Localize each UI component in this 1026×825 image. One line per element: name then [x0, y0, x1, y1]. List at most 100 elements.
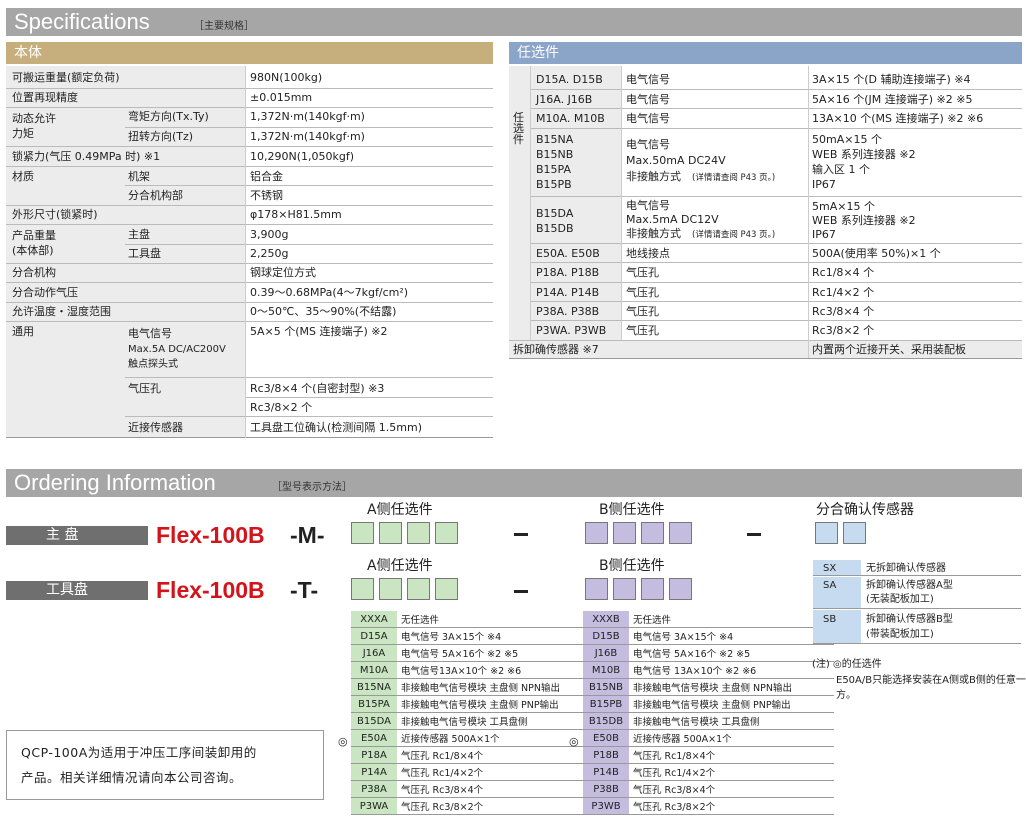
option-code: B15NA: [357, 682, 391, 693]
option-code: M10B: [591, 665, 621, 676]
option-desc: 电气信号: [626, 73, 670, 86]
option-value: Rc1/4×2 个: [812, 286, 875, 299]
option-code: E50A: [361, 733, 387, 744]
option-desc: 气压孔 Rc3/8×2个: [633, 802, 716, 813]
spec-value: 3,900g: [250, 228, 289, 241]
option-code: B15DB: [588, 716, 624, 727]
option-desc: 电气信号 5A×16个 ※2 ※5: [633, 649, 751, 660]
spec-label: 锁紧力(气压 0.49MPa 时) ※1: [12, 150, 161, 163]
spec-sublabel: 气压孔: [128, 382, 161, 395]
option-desc: Max.50mA DC24V: [626, 154, 726, 167]
spec-sublabel: 分合机构部: [128, 189, 183, 202]
spec-label: 可搬运重量(额定负荷): [12, 71, 120, 84]
option-code: XXXB: [592, 614, 620, 625]
option-model: 拆卸确传感器 ※7: [513, 343, 599, 356]
spec-value: Rc3/8×4 个(自密封型) ※3: [250, 382, 385, 395]
option-desc: 电气信号 3A×15个 ※4: [401, 632, 502, 643]
a-code-box: [351, 522, 374, 544]
a-code-box: [351, 578, 374, 600]
spec-label: (本体部): [12, 244, 54, 257]
b-code-box: [669, 522, 692, 544]
spec-sublabel: 电气信号: [128, 327, 172, 340]
spec-label: 动态允许: [12, 112, 56, 125]
option-model: D15A. D15B: [536, 73, 603, 86]
b-code-box: [613, 522, 636, 544]
option-model: B15NB: [536, 148, 574, 161]
option-desc: 非接触电气信号模块 主盘侧 NPN输出: [401, 683, 560, 694]
sensor-code: SX: [823, 563, 837, 574]
a-code-box: [435, 522, 458, 544]
spec-label: 力矩: [12, 127, 34, 140]
sensor-code-cell: [813, 577, 861, 608]
option-code: B15DA: [357, 716, 391, 727]
spec-sublabel: 主盘: [128, 228, 150, 241]
page: { "spec_header":{"title":"Specifications…: [0, 0, 1026, 825]
order-header: Ordering Information ［型号表示方法］: [6, 469, 1022, 497]
option-side-label: 任选件: [513, 111, 524, 146]
spec-title: Specifications: [14, 9, 150, 34]
option-desc: 电气信号: [626, 112, 670, 125]
option-desc: 非接触电气信号模块 主盘侧 NPN输出: [633, 683, 792, 694]
option-desc: 电气信号13A×10个 ※2 ※6: [401, 666, 522, 677]
option-code: E50B: [593, 733, 619, 744]
option-code: B15PB: [589, 699, 623, 710]
option-desc: 气压孔 Rc3/8×4个: [401, 785, 484, 796]
spec-sublabel: Max.5A DC/AC200V: [128, 344, 226, 355]
option-desc: 非接触方式: [626, 170, 681, 183]
spec-value: ±0.015mm: [250, 91, 313, 104]
b-side-title: B侧任选件: [599, 502, 665, 518]
option-value: Rc3/8×2 个: [812, 324, 875, 337]
b-code-box: [641, 522, 664, 544]
note-text: (注) ◎的任选件: [812, 659, 882, 670]
b-e50-mark: ◎: [569, 735, 579, 748]
spec-value: 不锈钢: [250, 189, 283, 202]
option-model: P18A. P18B: [536, 266, 600, 279]
option-desc: 近接传感器 500A×1个: [401, 734, 500, 745]
option-code: P3WA: [359, 801, 389, 812]
master-model: Flex-100B: [156, 522, 265, 548]
spec-value: 0.39～0.68MPa(4～7kgf/cm²): [250, 286, 409, 299]
separator-dash: [747, 533, 761, 536]
b-code-box: [641, 578, 664, 600]
spec-value: 2,250g: [250, 247, 289, 260]
separator-dash: [514, 533, 528, 536]
option-value: 输入区 1 个: [812, 163, 870, 176]
option-model: J16A. J16B: [536, 93, 593, 106]
spec-value: 铝合金: [250, 170, 283, 183]
sensor-code-cell: [813, 560, 861, 575]
option-desc: 气压孔: [626, 286, 659, 299]
sensor-code: SB: [823, 614, 837, 625]
b-code-box: [613, 578, 636, 600]
option-desc: 地线接点: [626, 247, 670, 260]
qcp-note-box: QCP-100A为适用于冲压工序间装卸用的 产品。相关详细情况请向本公司咨询。: [6, 730, 324, 800]
option-code: P14A: [361, 767, 387, 778]
spec-sublabel: 工具盘: [128, 247, 161, 260]
option-desc: 气压孔 Rc1/4×2个: [401, 768, 484, 779]
option-code: D15A: [360, 631, 388, 642]
spec-label: 外形尺寸(锁紧时): [12, 208, 98, 221]
option-code: P18B: [593, 750, 619, 761]
option-model: P38A. P38B: [536, 305, 600, 318]
master-suffix: -M-: [290, 522, 325, 548]
option-model: B15PA: [536, 163, 571, 176]
option-desc: 电气信号: [626, 199, 670, 212]
spec-label: 通用: [12, 325, 34, 338]
option-code: P3WB: [591, 801, 621, 812]
a-code-box: [435, 578, 458, 600]
sensor-desc: 无拆卸确认传感器: [866, 563, 946, 574]
a-code-box: [379, 578, 402, 600]
option-desc: 气压孔 Rc1/8×4个: [401, 751, 484, 762]
spec-sublabel: 弯矩方向(Tx.Ty): [128, 110, 209, 123]
option-desc: 非接触电气信号模块 工具盘侧: [401, 717, 528, 728]
option-desc: 非接触方式: [626, 227, 681, 240]
a-code-box: [407, 578, 430, 600]
option-value: 3A×15 个(D 辅助连接端子) ※4: [812, 73, 971, 86]
option-desc: 气压孔: [626, 266, 659, 279]
a-code-box: [379, 522, 402, 544]
option-value: WEB 系列连接器 ※2: [812, 214, 916, 227]
a-code-box: [407, 522, 430, 544]
spec-value: 钢球定位方式: [250, 266, 316, 279]
spec-label: 分合机构: [12, 266, 56, 279]
option-value: WEB 系列连接器 ※2: [812, 148, 916, 161]
note-text: 方。: [836, 690, 856, 701]
